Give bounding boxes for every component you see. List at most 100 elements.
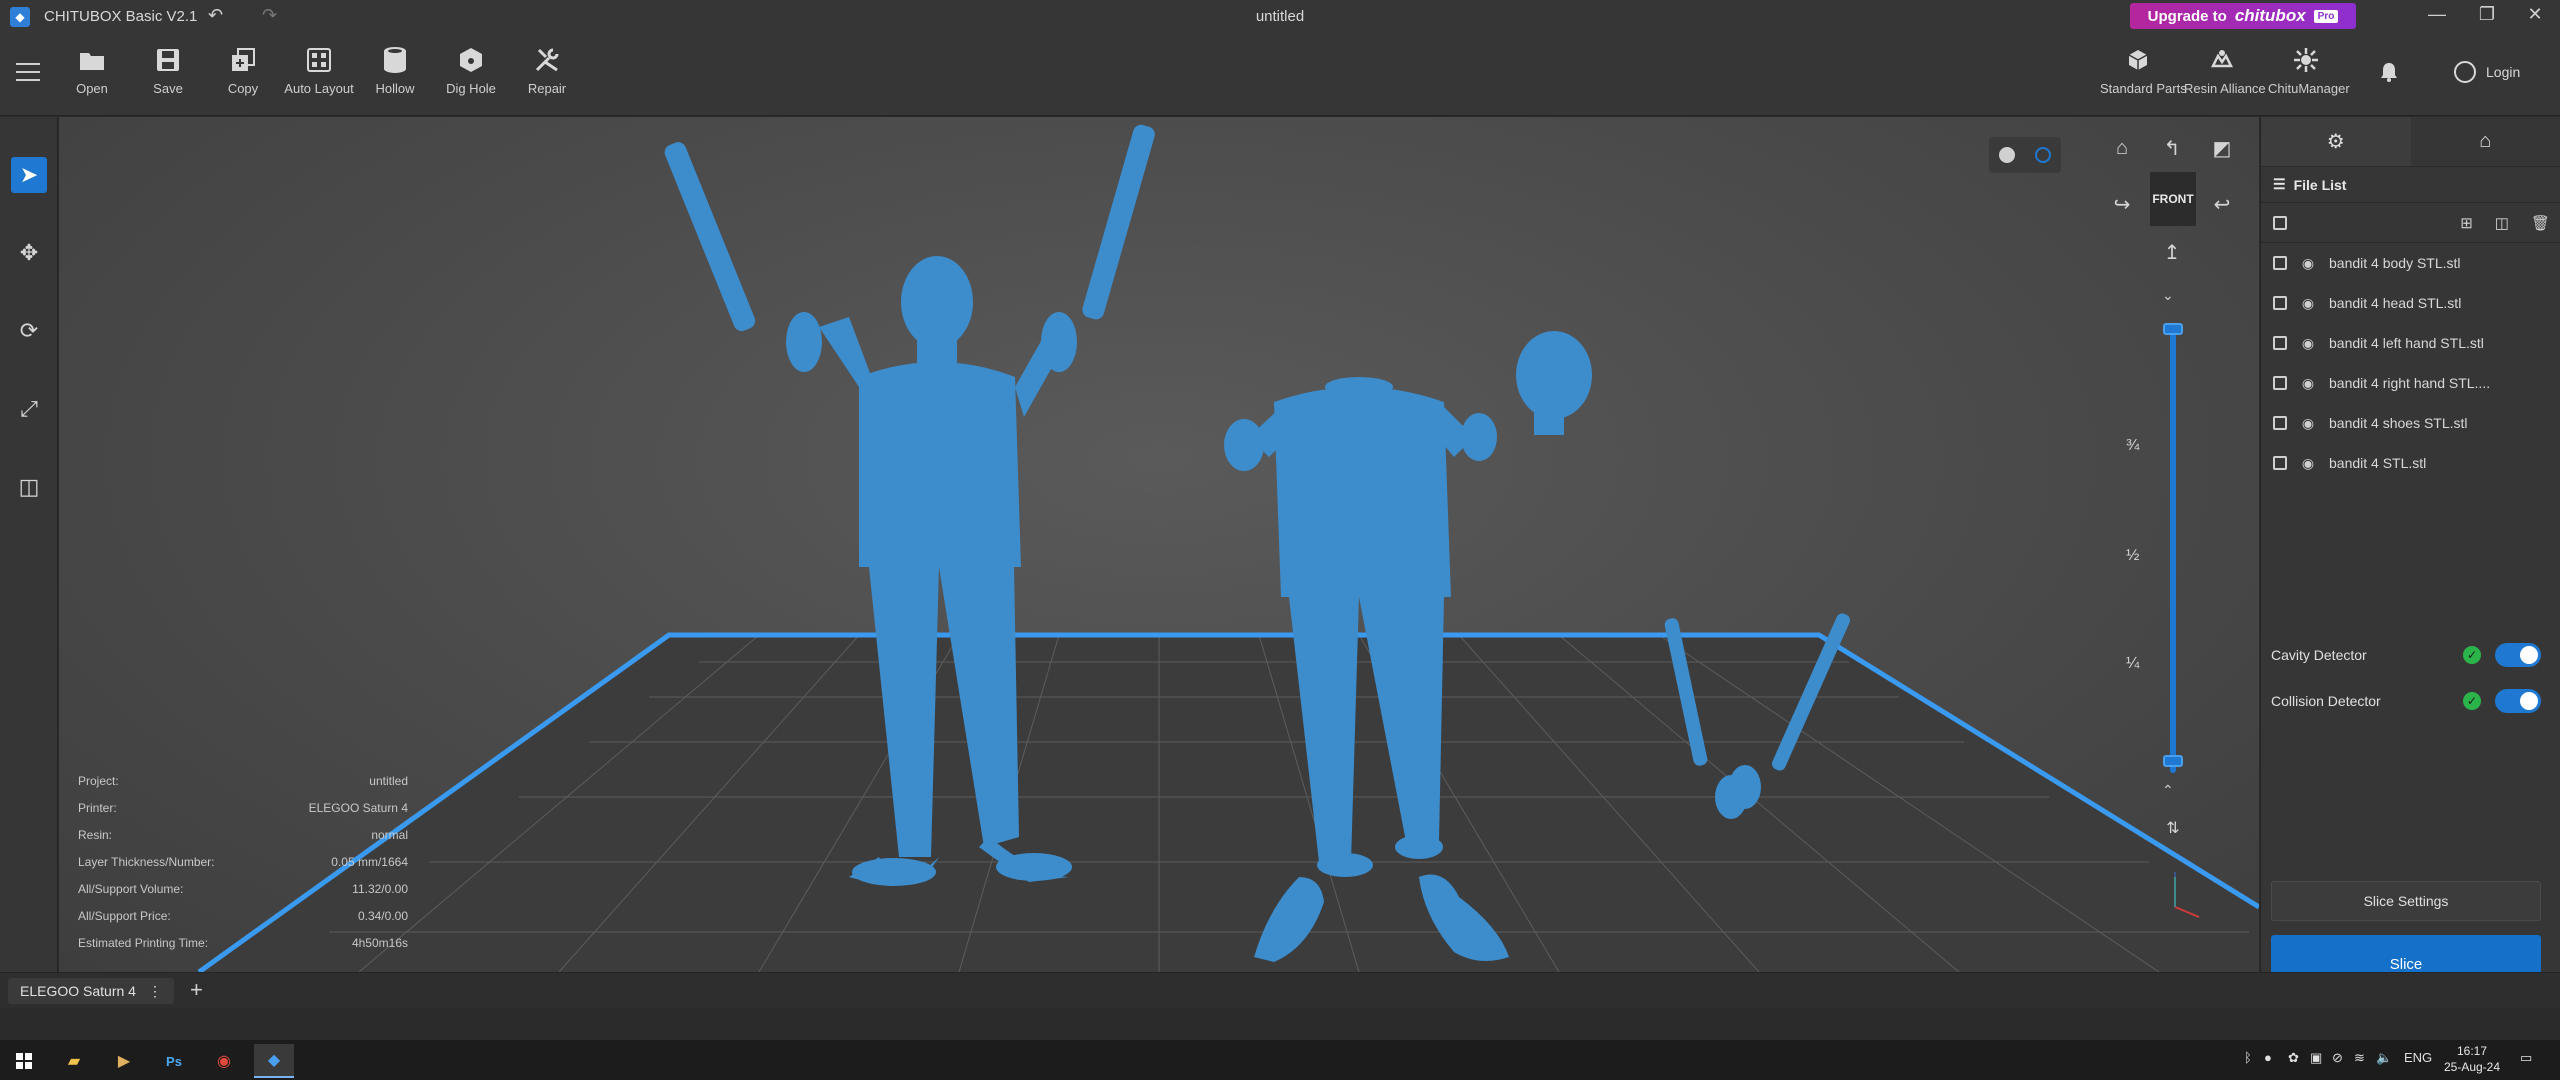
- eye-icon[interactable]: ◉: [2301, 455, 2315, 471]
- add-file-icon[interactable]: ⊞: [2460, 214, 2473, 232]
- file-checkbox[interactable]: [2273, 376, 2287, 390]
- eye-icon[interactable]: ◉: [2301, 335, 2315, 351]
- view-top-icon[interactable]: ↥: [2155, 235, 2189, 269]
- collision-detector-toggle[interactable]: [2495, 689, 2541, 713]
- layer-slider-bottom-handle[interactable]: [2163, 755, 2183, 767]
- notification-center-icon[interactable]: ▭: [2520, 1050, 2532, 1066]
- view-left-icon[interactable]: ↰: [2155, 131, 2189, 165]
- standard-parts-button[interactable]: Standard Parts: [2100, 45, 2187, 96]
- tray-app-icon[interactable]: ⊘: [2332, 1050, 2343, 1066]
- info-label: All/Support Volume:: [78, 881, 184, 896]
- volume-icon[interactable]: 🔈: [2376, 1050, 2392, 1066]
- save-button[interactable]: Save: [130, 45, 206, 96]
- menu-icon[interactable]: [16, 63, 40, 81]
- photoshop-icon[interactable]: Ps: [154, 1044, 194, 1078]
- list-item[interactable]: ◉ bandit 4 head STL.stl: [2261, 283, 2560, 323]
- tray-app-icon[interactable]: ▣: [2310, 1050, 2322, 1066]
- more-options-icon[interactable]: ⋮: [148, 983, 162, 1000]
- open-button[interactable]: Open: [54, 45, 130, 96]
- tray-app-icon[interactable]: ✿: [2288, 1050, 2299, 1066]
- layer-sync-icon[interactable]: ⇅: [2156, 811, 2190, 845]
- slice-settings-button[interactable]: Slice Settings: [2271, 881, 2541, 921]
- file-name: bandit 4 body STL.stl: [2329, 255, 2461, 271]
- file-checkbox[interactable]: [2273, 416, 2287, 430]
- copy-button[interactable]: Copy: [205, 45, 281, 96]
- list-item[interactable]: ◉ bandit 4 STL.stl: [2261, 443, 2560, 483]
- chrome-icon[interactable]: ◉: [204, 1044, 244, 1078]
- xray-view-icon[interactable]: [2035, 147, 2051, 163]
- home-view-icon[interactable]: ⌂: [2105, 131, 2139, 165]
- tray-app-icon[interactable]: ●: [2264, 1050, 2272, 1065]
- eye-icon[interactable]: ◉: [2301, 415, 2315, 431]
- chitumanager-button[interactable]: ChituManager: [2268, 45, 2350, 96]
- file-explorer-icon[interactable]: ▰: [54, 1044, 94, 1078]
- chitubox-taskbar-icon[interactable]: ◆: [254, 1044, 294, 1078]
- list-item[interactable]: ◉ bandit 4 body STL.stl: [2261, 243, 2560, 283]
- layer-slider-top-handle[interactable]: [2163, 323, 2183, 335]
- redo-icon[interactable]: ↷: [262, 5, 277, 26]
- printer-tab[interactable]: ELEGOO Saturn 4 ⋮: [8, 978, 174, 1004]
- auto-layout-button[interactable]: Auto Layout: [281, 45, 357, 96]
- bandit-head-model[interactable]: [1516, 331, 1592, 435]
- file-checkbox[interactable]: [2273, 456, 2287, 470]
- dig-hole-button[interactable]: Dig Hole: [433, 45, 509, 96]
- file-list: ◉ bandit 4 body STL.stl ◉ bandit 4 head ST…: [2261, 243, 2560, 483]
- wifi-icon[interactable]: ≋: [2354, 1050, 2365, 1066]
- hollow-button[interactable]: Hollow: [357, 45, 433, 96]
- mirror-tool-icon[interactable]: ◫: [11, 469, 47, 505]
- login-button[interactable]: Login: [2454, 61, 2520, 83]
- scale-tool-icon[interactable]: ⤢: [11, 391, 47, 427]
- info-row: Project: untitled: [78, 767, 408, 794]
- file-list-toolbar: ⊞ ◫ 🗑: [2261, 203, 2560, 243]
- upgrade-button[interactable]: Upgrade to chitubox Pro: [2130, 3, 2356, 29]
- resin-alliance-button[interactable]: Resin Alliance: [2184, 45, 2266, 96]
- delete-icon[interactable]: 🗑: [2531, 214, 2550, 232]
- rotate-tool-icon[interactable]: ⟳: [11, 313, 47, 349]
- layer-slider[interactable]: [2170, 327, 2176, 773]
- eye-icon[interactable]: ◉: [2301, 255, 2315, 271]
- list-item[interactable]: ◉ bandit 4 shoes STL.stl: [2261, 403, 2560, 443]
- list-item[interactable]: ◉ bandit 4 left hand STL.stl: [2261, 323, 2560, 363]
- file-checkbox[interactable]: [2273, 296, 2287, 310]
- language-indicator[interactable]: ENG: [2404, 1050, 2432, 1065]
- os-taskbar: ▰ ▶ Ps ◉ ◆ ᛒ ● ✿ ▣ ⊘ ≋ 🔈 ENG 16:17 25-Au…: [0, 1040, 2560, 1080]
- bluetooth-icon[interactable]: ᛒ: [2244, 1050, 2252, 1065]
- repair-button[interactable]: Repair: [509, 45, 585, 96]
- group-icon[interactable]: ◫: [2495, 214, 2509, 232]
- notification-bell-icon[interactable]: [2378, 61, 2400, 88]
- chitubox-app: ◆ CHITUBOX Basic V2.1 ↶ ↷ untitled Upgra…: [0, 0, 2560, 1080]
- file-checkbox[interactable]: [2273, 336, 2287, 350]
- cavity-detector-toggle[interactable]: [2495, 643, 2541, 667]
- cavity-detector-label: Cavity Detector: [2271, 647, 2367, 663]
- media-player-icon[interactable]: ▶: [104, 1044, 144, 1078]
- select-tool-icon[interactable]: ➤: [11, 157, 47, 193]
- eye-icon[interactable]: ◉: [2301, 295, 2315, 311]
- view-cube-front[interactable]: FRONT: [2149, 171, 2197, 227]
- info-value: untitled: [369, 773, 408, 788]
- minimize-icon[interactable]: —: [2422, 4, 2452, 25]
- tab-printer[interactable]: ⌂: [2411, 117, 2560, 166]
- file-name: bandit 4 left hand STL.stl: [2329, 335, 2484, 351]
- file-checkbox[interactable]: [2273, 256, 2287, 270]
- windows-start-icon[interactable]: [4, 1044, 44, 1078]
- move-tool-icon[interactable]: ✥: [11, 235, 47, 271]
- view-iso-icon[interactable]: ◩: [2205, 131, 2239, 165]
- rotate-right-icon[interactable]: ↩: [2205, 187, 2239, 221]
- close-icon[interactable]: ✕: [2520, 4, 2550, 25]
- select-all-checkbox[interactable]: [2273, 215, 2287, 230]
- chevron-up-icon[interactable]: ⌃: [2162, 782, 2174, 799]
- clock[interactable]: 16:17 25-Aug-24: [2442, 1043, 2502, 1075]
- rotate-left-icon[interactable]: ↪: [2105, 187, 2139, 221]
- undo-icon[interactable]: ↶: [208, 5, 223, 26]
- info-row: Layer Thickness/Number: 0.05 mm/1664: [78, 848, 408, 875]
- chevron-down-icon[interactable]: ⌄: [2162, 287, 2174, 304]
- render-mode-toggle[interactable]: [1989, 137, 2061, 173]
- 3d-viewport[interactable]: ⌂ ↰ ◩ ↪ FRONT ↩ ↥ ⌄ ¾ ½ ¼ ⌃ ⇅ Project: un…: [59, 117, 2259, 972]
- list-item[interactable]: ◉ bandit 4 right hand STL....: [2261, 363, 2560, 403]
- add-tab-button[interactable]: +: [190, 977, 203, 1003]
- tab-file-settings[interactable]: ⚙: [2261, 117, 2411, 166]
- solid-view-icon[interactable]: [1999, 147, 2015, 163]
- eye-icon[interactable]: ◉: [2301, 375, 2315, 391]
- resin-alliance-label: Resin Alliance: [2184, 81, 2266, 96]
- restore-icon[interactable]: ❐: [2472, 4, 2502, 25]
